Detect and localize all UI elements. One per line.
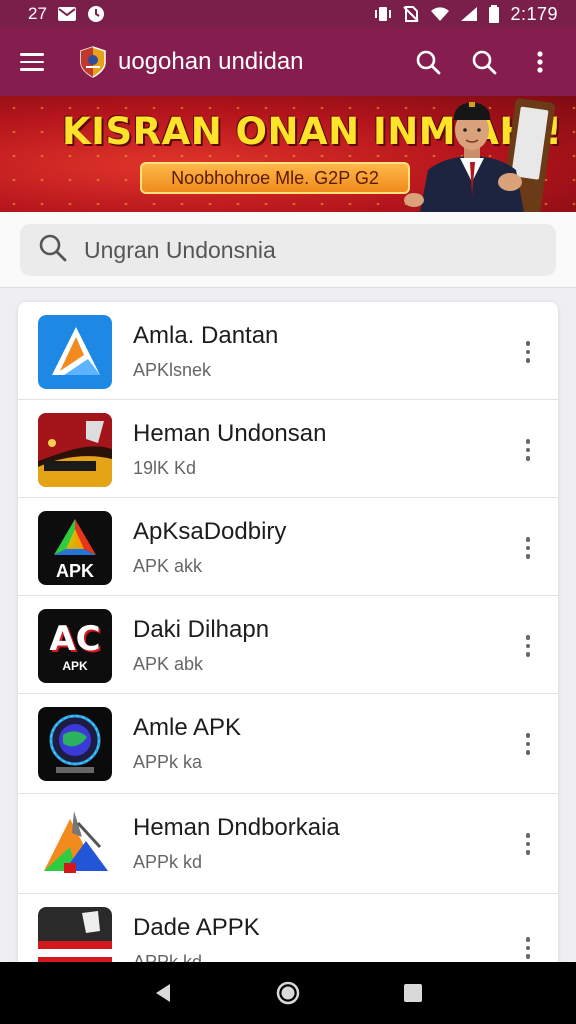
signal-icon [460,5,478,23]
app-list: Amla. Dantan APKlsnek Heman Undonsan 19l… [18,302,558,982]
system-nav-bar [0,962,576,1024]
search-section: Ungran Undonsnia [0,212,576,288]
app-bar: uogohan undidan [0,28,576,96]
status-left-text: 27 [28,4,47,23]
ac-icon-label: AC [49,619,101,659]
red-gold-app-icon [38,413,112,487]
status-bar: 27 2:179 [0,0,576,28]
list-item[interactable]: Heman Undonsan 19lK Kd [18,400,558,498]
status-time: 2:179 [510,3,558,24]
battery-icon [488,5,500,23]
search-input[interactable]: Ungran Undonsnia [20,224,556,276]
search-icon[interactable] [406,40,450,84]
ac-logo-app-icon: AC APK [38,609,112,683]
app-name: Amla. Dantan [133,322,279,349]
more-options-icon[interactable] [516,332,540,372]
app-meta: 19lK Kd [133,458,197,478]
vibrate-icon [374,5,392,23]
app-name: Amle APK [133,714,242,741]
list-item[interactable]: Amle APK APPk ka [18,694,558,794]
blue-triangle-app-icon [38,315,112,389]
triangle-tools-app-icon [38,807,112,881]
ac-icon-sublabel: APK [62,659,88,673]
recents-icon[interactable] [393,973,433,1013]
more-vert-icon[interactable] [518,40,562,84]
app-logo [76,45,110,79]
apk-prism-app-icon: APK [38,511,112,585]
more-options-icon[interactable] [516,724,540,764]
search-field-icon [38,233,68,268]
app-name: Daki Dilhapn [133,616,270,643]
app-title: uogohan undidan [118,48,304,75]
list-item[interactable]: Amla. Dantan APKlsnek [18,302,558,400]
wifi-icon [430,5,450,23]
list-item[interactable]: APK ApKsaDodbiry APK akk [18,498,558,596]
app-meta: APK akk [133,556,203,576]
more-options-icon[interactable] [516,528,540,568]
app-meta: APPk kd [133,852,203,872]
search-placeholder: Ungran Undonsnia [84,236,276,263]
more-options-icon[interactable] [516,626,540,666]
list-item[interactable]: Heman Dndborkaia APPk kd [18,794,558,894]
mail-icon [57,5,77,23]
no-sim-icon [402,5,420,23]
clock-icon [87,5,105,23]
app-name: Heman Undonsan [133,420,327,447]
home-icon[interactable] [268,973,308,1013]
status-right: 2:179 [374,4,558,25]
status-left: 27 [28,4,105,24]
more-options-icon[interactable] [516,824,540,864]
globe-app-icon [38,707,112,781]
app-name: Dade APPK [133,914,260,941]
menu-icon[interactable] [20,47,50,77]
promo-banner[interactable]: KISRAN ONAN INMIAHI! Noobhohroe Mle. G2P… [0,96,576,212]
app-name: Heman Dndborkaia [133,814,340,841]
app-meta: APK abk [133,654,204,674]
app-meta: APPk ka [133,752,203,772]
app-meta: APKlsnek [133,360,212,380]
banner-person-image [400,96,576,212]
search-icon[interactable] [462,40,506,84]
app-name: ApKsaDodbiry [133,518,287,545]
apk-icon-label: APK [55,561,94,581]
list-item[interactable]: AC APK Daki Dilhapn APK abk [18,596,558,694]
back-icon[interactable] [143,973,183,1013]
banner-cta-button[interactable]: Noobhohroe Mle. G2P G2 [140,162,410,194]
more-options-icon[interactable] [516,430,540,470]
